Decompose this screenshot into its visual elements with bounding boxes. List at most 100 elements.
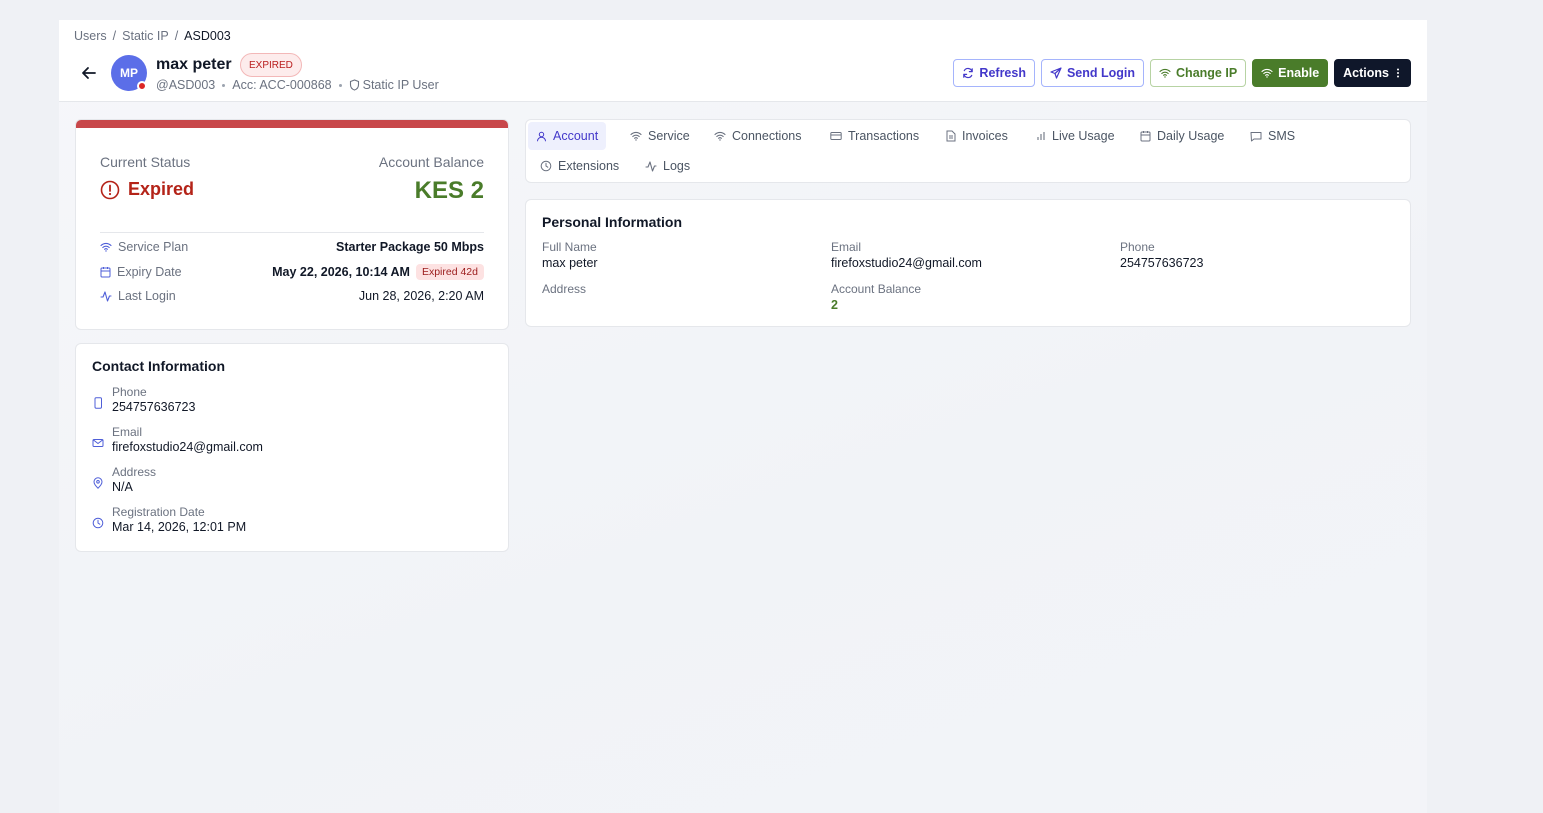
wifi-icon [714,131,726,141]
shield-icon [349,79,360,91]
refresh-icon [962,67,974,79]
expiry-date-label: Expiry Date [117,265,182,279]
message-icon [1250,131,1262,142]
change-ip-label: Change IP [1176,66,1238,80]
offline-status-dot [137,81,147,91]
user-meta: @ASD003 Acc: ACC-000868 Static IP User [156,78,439,92]
tab-daily-usage-label: Daily Usage [1157,129,1225,143]
refresh-button[interactable]: Refresh [953,59,1035,87]
contact-address-label: Address [112,465,157,479]
activity-icon [100,290,112,302]
map-pin-icon [92,477,104,489]
tab-extensions[interactable]: Extensions [532,152,627,180]
wifi-icon [100,242,112,252]
wifi-icon [1261,68,1273,78]
contact-phone-value: 254757636723 [112,400,196,414]
contact-phone-label: Phone [112,385,147,399]
tab-account[interactable]: Account [528,122,607,150]
header-actions: Refresh Send Login Change IP Enable Acti… [953,59,1411,87]
tab-transactions-label: Transactions [848,129,920,143]
contact-phone: Phone 254757636723 [92,385,195,414]
enable-label: Enable [1278,66,1320,80]
tab-transactions[interactable]: Transactions [822,122,927,150]
contact-address: Address N/A [92,465,156,494]
full-name-value: max peter [542,256,598,270]
contact-information-card: Contact Information Phone 254757636723 E… [75,343,509,552]
profile-header: Users / Static IP / ASD003 MP max peter … [59,20,1427,102]
email-label: Email [831,240,862,254]
file-text-icon [946,130,956,142]
tab-service-label: Service [648,129,690,143]
separator-dot [338,83,342,87]
registration-date-label: Registration Date [112,505,205,519]
actions-menu-button[interactable]: Actions [1334,59,1411,87]
email-value: firefoxstudio24@gmail.com [831,256,982,270]
user-type-label: Static IP User [362,78,439,92]
credit-card-icon [830,131,842,141]
calendar-icon [1140,130,1151,142]
tab-invoices-label: Invoices [962,129,1008,143]
tab-logs-label: Logs [663,159,691,173]
full-name-label: Full Name [542,240,597,254]
phone-icon [92,397,104,409]
clock-icon [92,517,104,529]
send-icon [1050,67,1062,79]
service-plan-label: Service Plan [118,240,189,254]
breadcrumb: Users / Static IP / ASD003 [74,29,231,43]
address-label: Address [542,282,587,296]
account-number: Acc: ACC-000868 [232,78,332,92]
expiry-date-row: Expiry Date May 22, 2026, 10:14 AM Expir… [100,264,484,280]
expiry-date-value: May 22, 2026, 10:14 AM [272,265,410,279]
tab-daily-usage[interactable]: Daily Usage [1132,122,1232,150]
account-balance-label: Account Balance [378,154,484,170]
service-plan-row: Service Plan Starter Package 50 Mbps [100,240,484,254]
phone-field: Phone 254757636723 [1120,240,1203,270]
tabs-bar: Account Service Connections Transactions… [525,119,1411,183]
back-arrow-icon[interactable] [79,64,99,82]
tab-connections[interactable]: Connections [706,122,810,150]
page-content: Users / Static IP / ASD003 MP max peter … [59,20,1427,813]
tab-connections-label: Connections [732,129,802,143]
calendar-icon [100,266,111,278]
contact-email-value: firefoxstudio24@gmail.com [112,440,263,454]
personal-information-card: Personal Information Full Name max peter… [525,199,1411,327]
expired-days-badge: Expired 42d [415,264,484,280]
phone-value: 254757636723 [1120,256,1204,270]
status-color-bar [76,120,508,128]
wifi-icon [630,131,642,141]
contact-email-label: Email [112,425,143,439]
current-status-label: Current Status [100,154,191,170]
tab-live-usage[interactable]: Live Usage [1028,122,1123,150]
breadcrumb-static-ip[interactable]: Static IP [122,29,169,43]
bar-chart-icon [1036,131,1046,141]
send-login-button[interactable]: Send Login [1040,59,1145,87]
user-icon [536,131,547,142]
status-badge: EXPIRED [240,53,302,77]
enable-button[interactable]: Enable [1252,59,1329,87]
tab-service[interactable]: Service [622,122,698,150]
tab-sms-label: SMS [1268,129,1296,143]
tab-invoices[interactable]: Invoices [938,122,1016,150]
tab-logs[interactable]: Logs [637,152,698,180]
address-field: Address [542,282,586,298]
tab-live-usage-label: Live Usage [1052,129,1115,143]
tab-extensions-label: Extensions [558,159,620,173]
contact-address-value: N/A [112,480,133,494]
personal-balance-label: Account Balance [831,282,922,296]
alert-circle-icon [100,180,120,200]
change-ip-button[interactable]: Change IP [1150,59,1247,87]
breadcrumb-users[interactable]: Users [74,29,107,43]
full-name-field: Full Name max peter [542,240,598,270]
email-field: Email firefoxstudio24@gmail.com [831,240,982,270]
divider [100,232,484,233]
actions-label: Actions [1343,66,1389,80]
breadcrumb-separator: / [174,29,179,43]
activity-icon [645,160,657,172]
tab-sms[interactable]: SMS [1242,122,1303,150]
user-type: Static IP User [349,78,439,92]
breadcrumb-current: ASD003 [184,29,231,43]
user-handle: @ASD003 [156,78,216,92]
service-plan-value: Starter Package 50 Mbps [336,240,484,254]
personal-information-title: Personal Information [542,214,683,230]
wifi-icon [1159,68,1171,78]
